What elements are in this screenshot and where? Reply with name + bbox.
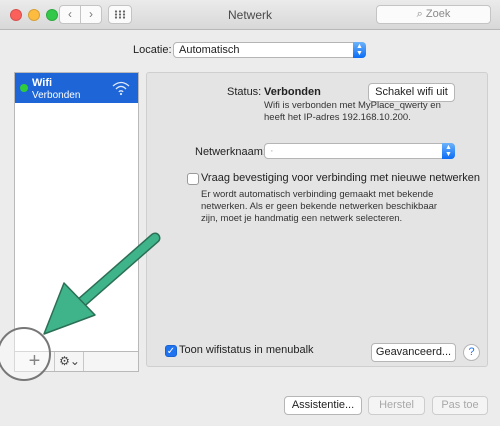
- popup-arrows-icon: ▲ ▼: [353, 42, 366, 58]
- service-status: Verbonden: [32, 90, 81, 101]
- ask-to-join-checkbox[interactable]: [187, 173, 199, 185]
- service-list-toolbar: + ⚙⌄: [14, 351, 139, 372]
- search-placeholder: Zoek: [425, 8, 451, 20]
- status-dot-icon: [20, 84, 28, 92]
- service-item-wifi[interactable]: Wifi Verbonden: [15, 73, 138, 103]
- show-wifi-status-label[interactable]: Toon wifistatus in menubalk: [179, 344, 314, 356]
- network-name-popup[interactable]: · ▲ ▼: [264, 143, 455, 159]
- title-bar: ‹ › Netwerk ⌕ Zoek: [0, 0, 500, 30]
- ask-to-join-description: Er wordt automatisch verbinding gemaakt …: [201, 189, 438, 224]
- network-name-value: ·: [270, 145, 274, 157]
- service-actions-button[interactable]: ⚙⌄: [56, 352, 84, 371]
- location-value: Automatisch: [179, 44, 240, 56]
- location-label: Locatie:: [133, 44, 172, 56]
- restore-button[interactable]: Herstel: [368, 396, 425, 415]
- show-wifi-status-checkbox[interactable]: ✓: [165, 345, 177, 357]
- search-icon: ⌕: [416, 8, 423, 20]
- status-label: Status:: [227, 86, 262, 98]
- network-name-label: Netwerknaam:: [195, 146, 266, 158]
- service-name: Wifi: [32, 77, 53, 89]
- assistant-button[interactable]: Assistentie...: [284, 396, 362, 415]
- checkmark-icon: ✓: [166, 346, 176, 357]
- ask-to-join-label[interactable]: Vraag bevestiging voor verbinding met ni…: [201, 172, 480, 184]
- wifi-icon: [112, 81, 130, 96]
- question-icon: ?: [468, 346, 475, 358]
- gear-icon: ⚙⌄: [59, 354, 80, 368]
- apply-button[interactable]: Pas toe: [432, 396, 488, 415]
- search-field[interactable]: ⌕ Zoek: [376, 5, 491, 24]
- add-service-button[interactable]: +: [15, 350, 55, 372]
- advanced-button[interactable]: Geavanceerd...: [371, 343, 456, 362]
- service-list: Wifi Verbonden: [14, 72, 139, 352]
- status-value: Verbonden: [264, 86, 321, 98]
- plus-icon: +: [28, 350, 41, 372]
- status-description: Wifi is verbonden met MyPlace_qwerty en …: [264, 100, 441, 123]
- help-button[interactable]: ?: [463, 344, 480, 361]
- location-popup[interactable]: Automatisch ▲ ▼: [173, 42, 366, 58]
- popup-arrows-icon: ▲ ▼: [442, 143, 455, 159]
